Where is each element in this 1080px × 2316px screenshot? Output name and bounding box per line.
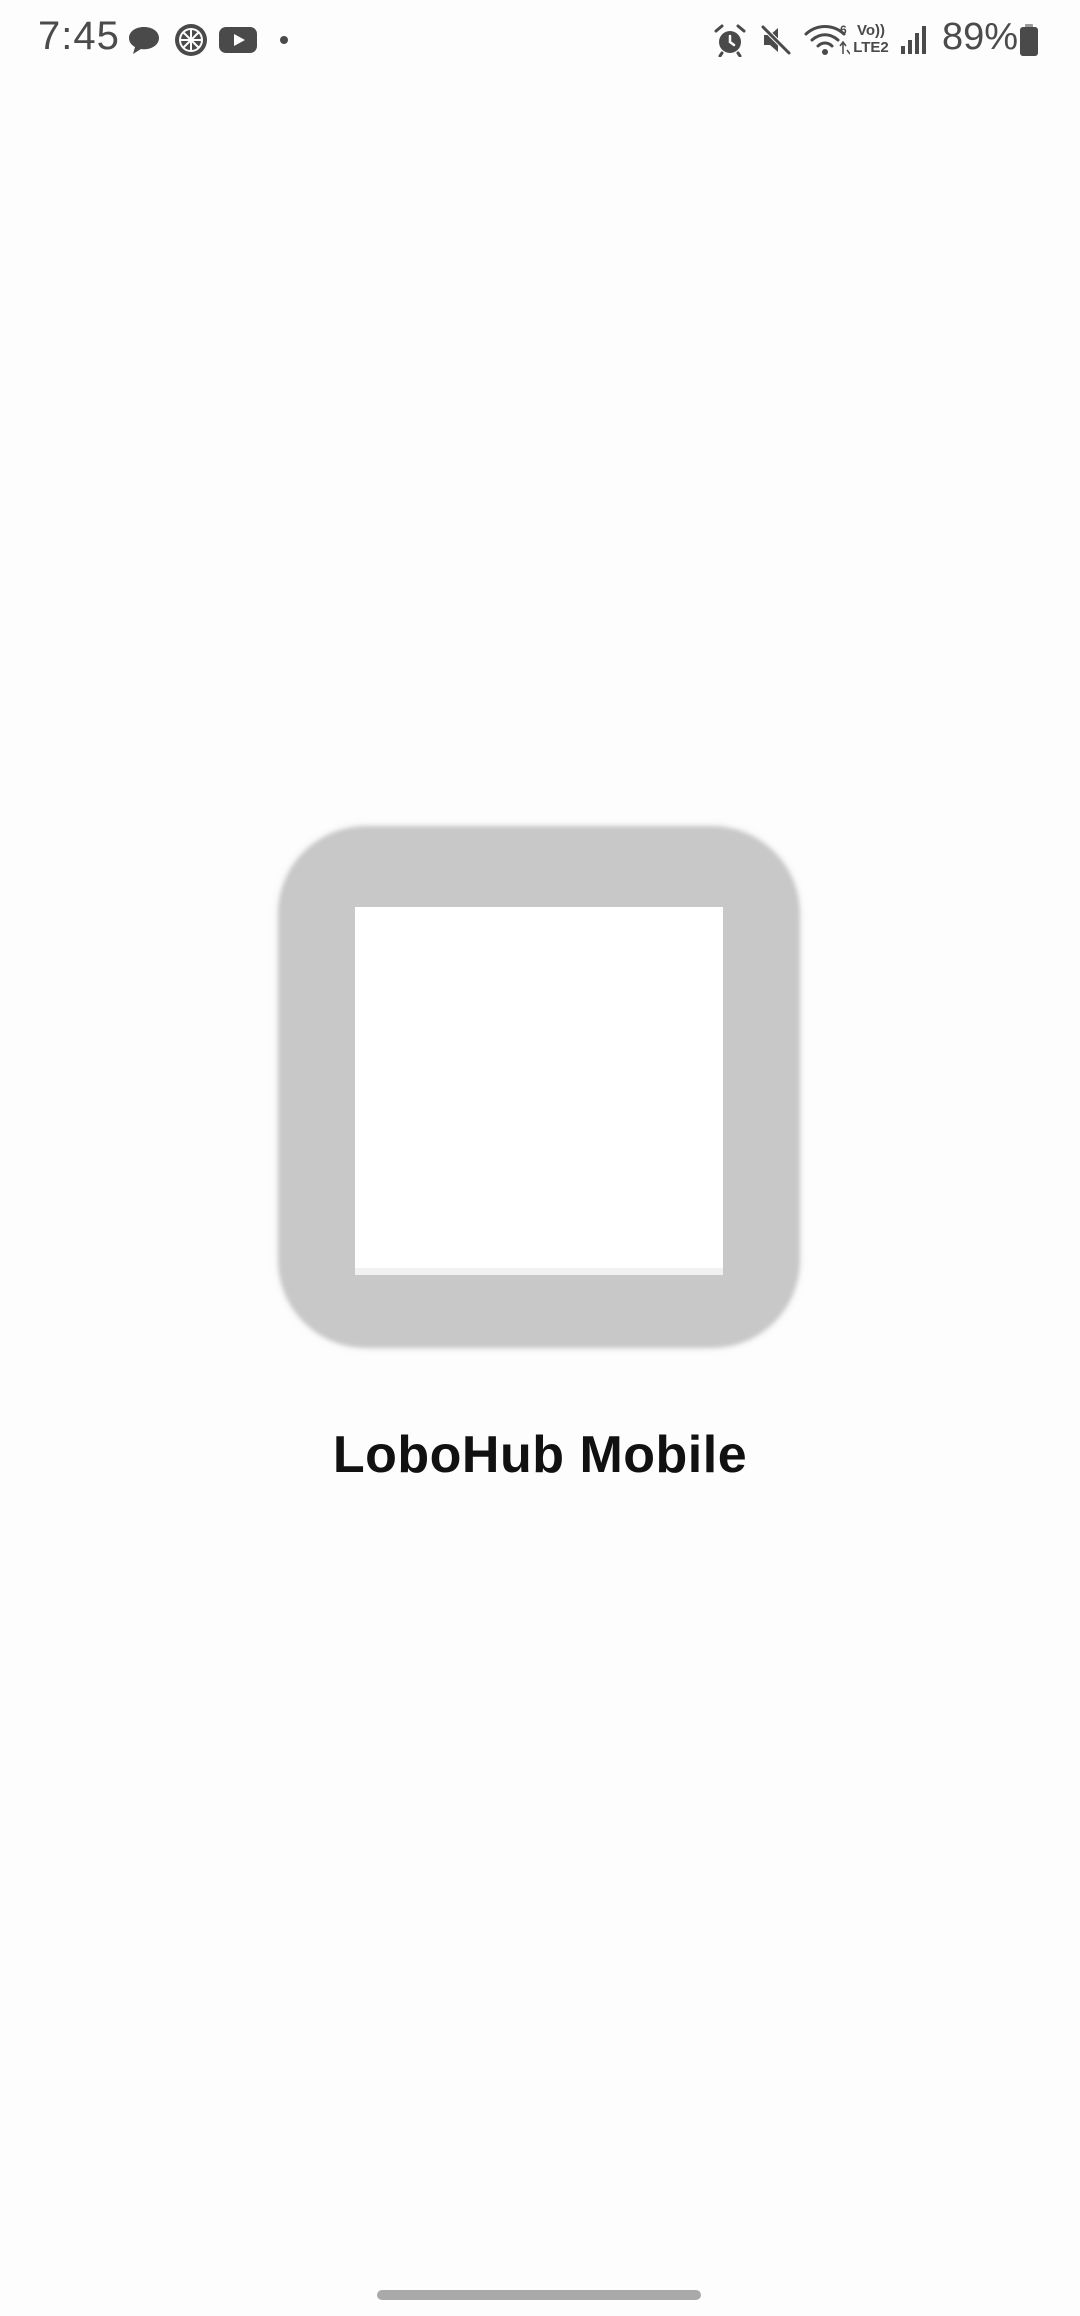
status-bar: 7:45 6 Vo)) LTE2 89%	[0, 0, 1080, 80]
app-logo-bottom-strip	[355, 1268, 723, 1275]
mute-icon	[758, 22, 794, 58]
alarm-icon	[712, 22, 748, 58]
battery-icon	[1018, 22, 1040, 58]
wifi-icon: 6	[804, 22, 850, 58]
youtube-icon	[218, 22, 258, 58]
volte-lte2-icon: Vo)) LTE2	[848, 18, 894, 60]
battery-percent: 89%	[942, 16, 1019, 58]
orange-app-icon	[172, 22, 210, 58]
app-logo-placeholder	[355, 907, 723, 1275]
signal-icon	[898, 22, 930, 58]
lte-label: LTE2	[853, 39, 889, 56]
more-notifications-dot-icon	[278, 22, 290, 58]
splash-screen: 7:45 6 Vo)) LTE2 89% LoboHub Mobile	[0, 0, 1080, 2316]
home-gesture-bar[interactable]	[377, 2290, 701, 2300]
wifi-badge: 6	[840, 23, 847, 37]
volte-label: Vo))	[856, 22, 886, 39]
status-time: 7:45	[38, 14, 120, 58]
app-name-title: LoboHub Mobile	[332, 1426, 748, 1484]
chat-bubble-icon	[126, 22, 162, 58]
